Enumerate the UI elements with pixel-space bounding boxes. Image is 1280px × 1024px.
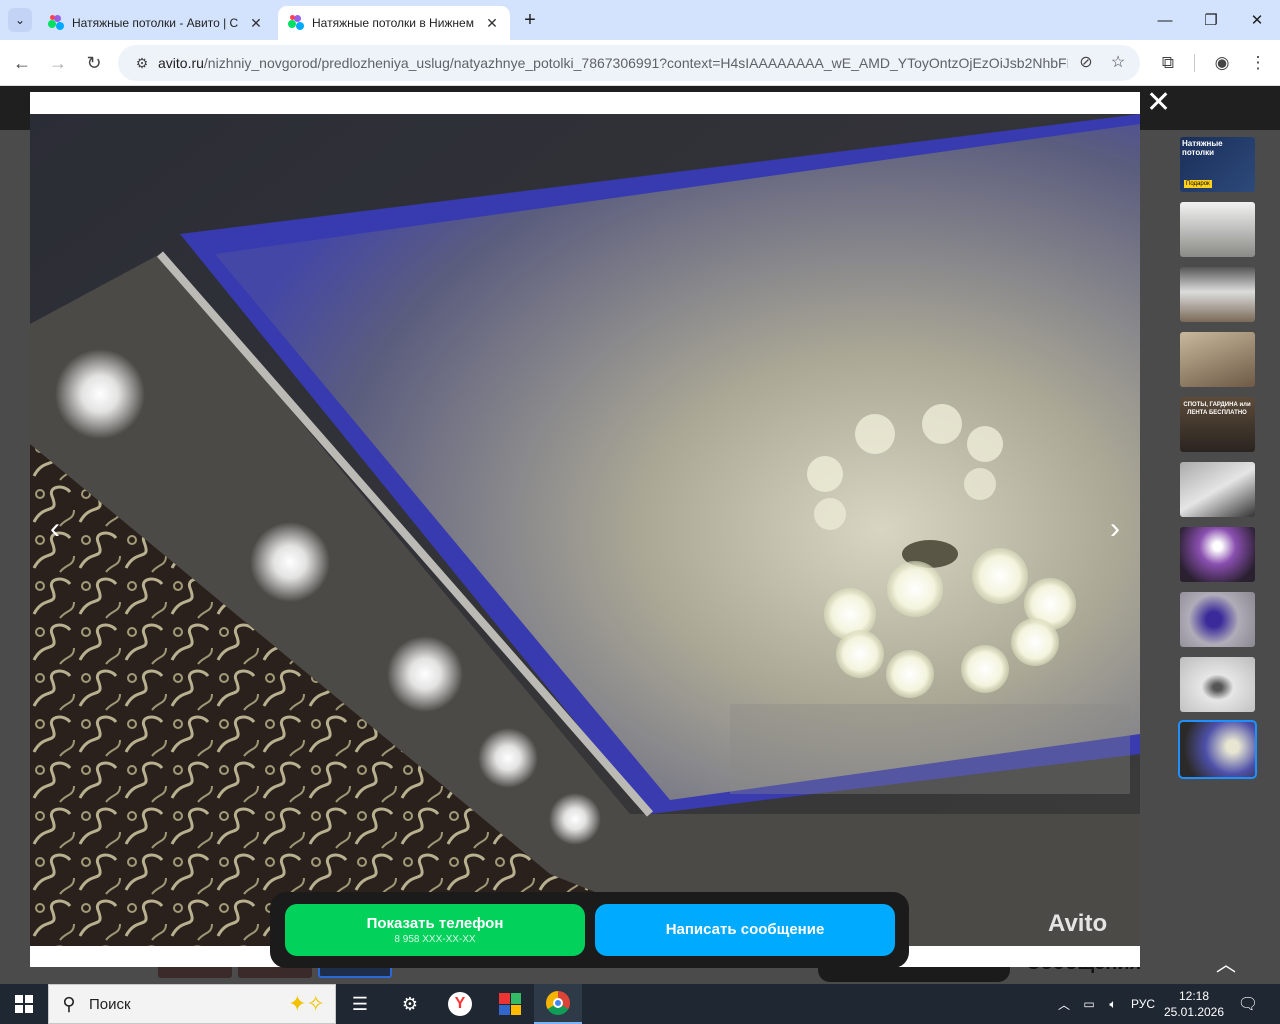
chrome-icon xyxy=(546,991,570,1015)
gallery-thumbnails: Натяжные потолки Подарок СПОТЫ, ГАРДИНА … xyxy=(1178,137,1257,787)
chevron-left-icon: ‹ xyxy=(50,512,60,545)
volume-icon[interactable]: 🔈︎ xyxy=(1102,984,1124,1024)
avito-favicon xyxy=(48,15,64,31)
gear-icon: ⚙ xyxy=(401,993,419,1014)
new-tab-button[interactable]: + xyxy=(518,8,542,32)
clock[interactable]: 12:18 25.01.2026 xyxy=(1160,988,1228,1020)
network-icon[interactable]: ▭ xyxy=(1078,984,1100,1024)
photo-app[interactable] xyxy=(486,984,534,1024)
thumbnail-1[interactable]: Натяжные потолки Подарок xyxy=(1180,137,1255,192)
tab-search-button[interactable]: ⌄ xyxy=(8,8,32,32)
chrome-app[interactable] xyxy=(534,984,582,1024)
search-icon: ⚲ xyxy=(62,993,76,1014)
thumbnail-caption: Натяжные потолки xyxy=(1182,139,1223,157)
reload-icon: ↻ xyxy=(86,52,102,73)
tab-title: Натяжные потолки в Нижнем xyxy=(312,16,474,30)
thumbnail-4[interactable] xyxy=(1180,332,1255,387)
minimize-button[interactable]: — xyxy=(1142,0,1188,40)
thumbnail-badge: Подарок xyxy=(1184,180,1212,188)
show-phone-label: Показать телефон xyxy=(366,915,504,932)
tray-overflow-icon[interactable]: ︿ xyxy=(1054,984,1074,1024)
close-icon: ✕ xyxy=(1146,86,1172,119)
browser-menu-button[interactable]: ⋮ xyxy=(1244,49,1272,77)
thumbnail-3[interactable] xyxy=(1180,267,1255,322)
tab-avito-profile[interactable]: Натяжные потолки - Авито | С ✕ xyxy=(38,6,274,40)
chevron-right-icon: › xyxy=(1110,512,1120,545)
avito-watermark: Avito xyxy=(1048,910,1108,937)
yandex-icon: Y xyxy=(448,992,472,1016)
search-label: Поиск xyxy=(89,995,131,1013)
start-button[interactable] xyxy=(0,984,48,1024)
task-view-icon: ☰ xyxy=(351,993,369,1014)
show-phone-button[interactable]: Показать телефон 8 958 XXX-XX-XX xyxy=(285,904,585,956)
avito-favicon xyxy=(288,15,304,31)
profile-icon: ◉ xyxy=(1214,53,1230,72)
write-message-button[interactable]: Написать сообщение xyxy=(595,904,895,956)
yandex-browser-app[interactable]: Y xyxy=(436,984,484,1024)
tab-avito-listing[interactable]: Натяжные потолки в Нижнем ✕ xyxy=(278,6,510,40)
bookmark-star-icon[interactable]: ☆ xyxy=(1106,51,1130,75)
taskbar-search[interactable]: ⚲ Поиск ✦✧ xyxy=(48,984,336,1024)
arrow-left-icon: ← xyxy=(13,52,31,73)
back-button[interactable]: ← xyxy=(8,49,36,77)
site-info-icon[interactable]: ⚙ xyxy=(130,55,154,72)
forward-button[interactable]: → xyxy=(44,49,72,77)
clock-date: 25.01.2026 xyxy=(1163,1005,1225,1019)
url-path: /nizhniy_novgorod/predlozheniya_uslug/na… xyxy=(203,55,1068,71)
thumbnail-2[interactable] xyxy=(1180,202,1255,257)
clock-time: 12:18 xyxy=(1178,989,1210,1003)
close-window-button[interactable]: ✕ xyxy=(1234,0,1280,40)
close-tab-icon[interactable]: ✕ xyxy=(248,15,264,32)
gallery-main-photo[interactable] xyxy=(30,114,1140,946)
thumbnail-caption: СПОТЫ, ГАРДИНА или ЛЕНТА БЕСПЛАТНО xyxy=(1183,402,1251,416)
chevron-down-icon: ⌄ xyxy=(14,13,26,27)
extensions-button[interactable]: ⧉ xyxy=(1154,49,1182,77)
previous-photo-button[interactable]: ‹ xyxy=(40,514,70,544)
thumbnail-9[interactable] xyxy=(1180,657,1255,712)
profile-button[interactable]: ◉ xyxy=(1208,49,1236,77)
close-gallery-button[interactable]: ✕ xyxy=(1146,88,1171,118)
tab-title: Натяжные потолки - Авито | С xyxy=(72,16,239,30)
language-indicator[interactable]: РУС xyxy=(1128,984,1158,1024)
tracking-protection-icon[interactable]: ⊘ xyxy=(1074,51,1098,75)
url-text[interactable]: avito.ru/nizhniy_novgorod/predlozheniya_… xyxy=(158,55,1068,71)
address-bar[interactable]: ⚙ avito.ru/nizhniy_novgorod/predlozheniy… xyxy=(118,45,1140,81)
thumbnail-6[interactable] xyxy=(1180,462,1255,517)
thumbnail-8[interactable] xyxy=(1180,592,1255,647)
notifications-icon[interactable]: 🗨︎ xyxy=(1234,984,1262,1024)
url-host: avito.ru xyxy=(158,55,204,71)
restore-button[interactable]: ❐ xyxy=(1188,0,1234,40)
kebab-menu-icon: ⋮ xyxy=(1249,53,1267,72)
chevron-up-icon[interactable]: ︿ xyxy=(1212,948,1240,976)
tab-strip: ⌄ Натяжные потолки - Авито | С ✕ Натяжны… xyxy=(0,0,1280,40)
sparkle-icon: ✦✧ xyxy=(288,991,325,1016)
settings-app[interactable]: ⚙ xyxy=(386,984,434,1024)
reload-button[interactable]: ↻ xyxy=(80,49,108,77)
windows-logo-icon xyxy=(15,995,33,1013)
thumbnail-7[interactable] xyxy=(1180,527,1255,582)
arrow-right-icon: → xyxy=(49,52,67,73)
windows-taskbar: ⚲ Поиск ✦✧ ☰ ⚙ Y ︿ ▭ 🔈︎ РУС 12:18 25.01.… xyxy=(0,984,1280,1024)
thumbnail-5[interactable]: СПОТЫ, ГАРДИНА или ЛЕНТА БЕСПЛАТНО xyxy=(1180,397,1255,452)
thumbnail-10-active[interactable] xyxy=(1178,720,1257,779)
ceiling-photo-illustration xyxy=(30,114,1140,946)
photos-icon xyxy=(499,993,521,1015)
task-view-button[interactable]: ☰ xyxy=(336,984,384,1024)
browser-toolbar: ← → ↻ ⚙ avito.ru/nizhniy_novgorod/predlo… xyxy=(0,40,1280,86)
close-tab-icon[interactable]: ✕ xyxy=(484,15,500,32)
toolbar-divider xyxy=(1194,54,1195,72)
puzzle-icon: ⧉ xyxy=(1161,53,1175,72)
next-photo-button[interactable]: › xyxy=(1100,514,1130,544)
masked-phone-number: 8 958 XXX-XX-XX xyxy=(394,934,476,945)
